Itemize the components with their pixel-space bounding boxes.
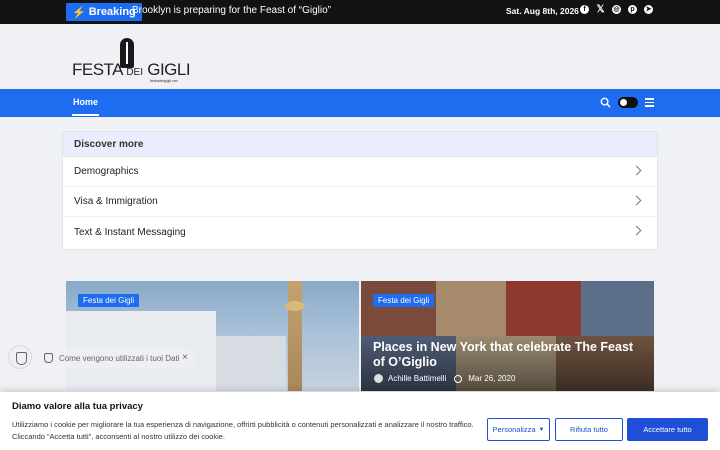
collage-photo [361, 281, 436, 336]
featured-post-card[interactable]: Festa dei Gigli [66, 281, 359, 391]
customize-button[interactable]: Personalizza ▼ [487, 418, 550, 441]
privacy-info-pill[interactable]: Come vengono utilizzati i tuoi Dati × [38, 348, 196, 368]
close-icon[interactable]: × [182, 352, 188, 363]
building-image [216, 336, 286, 391]
chevron-right-icon [631, 165, 642, 176]
discover-item-label: Text & Instant Messaging [74, 226, 186, 238]
giglio-tower-image [285, 281, 305, 391]
collage-photo [436, 281, 506, 336]
collage-photo [506, 281, 581, 336]
accept-all-button[interactable]: Accettare tutto [627, 418, 708, 441]
discover-item-label: Visa & Immigration [74, 196, 158, 207]
discover-more-title: Discover more [63, 132, 657, 157]
top-bar: ⚡ Breaking Brooklyn is preparing for the… [0, 0, 720, 24]
discover-item-label: Demographics [74, 166, 139, 177]
current-date: Sat. Aug 8th, 2026 [506, 6, 579, 16]
x-icon[interactable]: 𝕏 [596, 5, 605, 15]
cookie-banner-text: Utilizziamo i cookie per migliorare la t… [12, 420, 474, 441]
clock-icon [454, 374, 463, 383]
privacy-shield-button[interactable] [8, 345, 32, 369]
privacy-info-text: Come vengono utilizzati i tuoi Dati [59, 353, 180, 363]
facebook-icon[interactable]: f [580, 5, 589, 14]
category-badge[interactable]: Festa dei Gigli [78, 294, 140, 307]
chevron-right-icon [631, 225, 642, 236]
breaking-ticker-link[interactable]: Brooklyn is preparing for the Feast of “… [132, 5, 331, 16]
post-title[interactable]: Places in New York that celebrate The Fe… [373, 340, 648, 370]
search-icon[interactable] [600, 97, 611, 108]
category-badge[interactable]: Festa dei Gigli [373, 294, 435, 307]
cookie-banner-title: Diamo valore alla tua privacy [12, 401, 143, 412]
logo-word-dei: DEI [126, 67, 143, 78]
discover-item-visa-immigration[interactable]: Visa & Immigration [63, 187, 657, 217]
author-avatar [374, 374, 383, 383]
logo-word-festa: FESTA [72, 60, 123, 79]
breaking-badge: ⚡ Breaking [66, 3, 142, 21]
nav-home-link[interactable]: Home [73, 97, 98, 107]
featured-post-card[interactable]: Festa dei Gigli Places in New York that … [361, 281, 654, 391]
telegram-icon[interactable]: ➤ [644, 5, 653, 14]
reject-all-button[interactable]: Rifiuta tutto [555, 418, 623, 441]
logo-site-url: festadeigigli.net [150, 78, 178, 83]
chevron-right-icon [631, 195, 642, 206]
discover-item-demographics[interactable]: Demographics [63, 157, 657, 187]
shield-icon [44, 353, 53, 363]
caret-down-icon: ▼ [538, 426, 545, 433]
dark-mode-toggle[interactable] [618, 97, 638, 108]
hamburger-menu-icon[interactable] [645, 98, 654, 107]
social-links: f 𝕏 ◎ p ➤ [580, 5, 653, 15]
nav-active-indicator [72, 114, 99, 116]
customize-label: Personalizza [492, 425, 536, 434]
breaking-label: Breaking [88, 6, 136, 18]
site-header: FESTA DEI GIGLI festadeigigli.net [0, 24, 720, 89]
discover-item-text-messaging[interactable]: Text & Instant Messaging [63, 217, 657, 247]
post-date: Mar 26, 2020 [468, 374, 516, 383]
pinterest-icon[interactable]: p [628, 5, 637, 14]
bolt-icon: ⚡ [72, 6, 86, 19]
site-logo[interactable]: FESTA DEI GIGLI festadeigigli.net [72, 38, 192, 84]
post-author[interactable]: Achille Battimelli [388, 374, 446, 383]
post-meta: Achille Battimelli Mar 26, 2020 [374, 374, 515, 383]
logo-word-gigli: GIGLI [147, 60, 191, 79]
collage-photo [581, 281, 654, 336]
main-nav: Home [0, 89, 720, 117]
instagram-icon[interactable]: ◎ [612, 5, 621, 14]
discover-more-panel: Discover more Demographics Visa & Immigr… [62, 131, 658, 250]
